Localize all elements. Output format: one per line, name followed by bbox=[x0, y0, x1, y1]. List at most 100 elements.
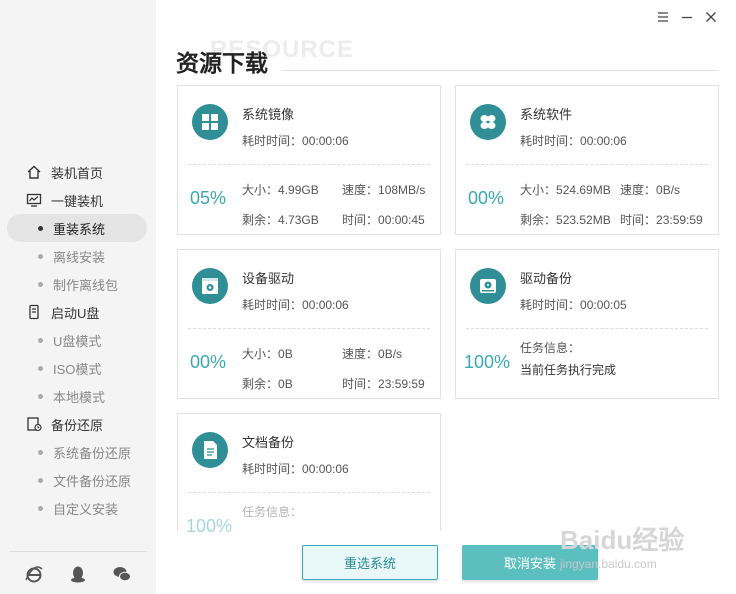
size-label: 大小： bbox=[242, 347, 279, 361]
remain-label: 剩余： bbox=[520, 213, 557, 227]
watermark-logo: Baidu经验 bbox=[560, 525, 685, 555]
sidebar-item-label: 一键装机 bbox=[51, 193, 104, 209]
elapsed-label: 耗时时间： bbox=[242, 298, 303, 312]
qq-penguin-icon[interactable] bbox=[68, 564, 88, 584]
card-name: 设备驱动 bbox=[242, 271, 295, 286]
sidebar: 装机首页 一键装机 重装系统 离线安装 制作离线包 启动U盘 U盘模式 ISO模… bbox=[0, 0, 156, 594]
card-name: 系统镜像 bbox=[242, 107, 295, 122]
windows-image-icon bbox=[192, 104, 228, 140]
menu-icon[interactable] bbox=[656, 10, 670, 24]
close-icon[interactable] bbox=[704, 10, 718, 24]
elapsed-label: 耗时时间： bbox=[242, 462, 303, 476]
sidebar-item-file-backup-restore[interactable]: 文件备份还原 bbox=[0, 466, 156, 494]
sidebar-item-boot-usb[interactable]: 启动U盘 bbox=[0, 298, 156, 326]
sidebar-item-backup-restore[interactable]: 备份还原 bbox=[0, 410, 156, 438]
download-card-device-driver: 设备驱动 耗时时间：00:00:06 00% 大小：0B 速度：0B/s 剩余：… bbox=[177, 249, 441, 399]
watermark-url: jingyan.baidu.com bbox=[560, 557, 657, 571]
task-info-label: 任务信息： bbox=[520, 341, 581, 355]
sidebar-item-label: U盘模式 bbox=[53, 333, 102, 349]
card-divider bbox=[466, 328, 708, 329]
elapsed-value: 00:00:06 bbox=[302, 134, 349, 148]
elapsed-label: 耗时时间： bbox=[520, 134, 581, 148]
baidu-watermark: Baidu经验 jingyan.baidu.com bbox=[560, 520, 684, 571]
bullet-icon bbox=[38, 365, 43, 371]
sidebar-item-make-offline-package[interactable]: 制作离线包 bbox=[0, 270, 156, 298]
elapsed-label: 耗时时间： bbox=[242, 134, 303, 148]
speed-info: 速度：0B/s bbox=[620, 181, 680, 198]
bullet-icon bbox=[38, 281, 43, 287]
size-info: 大小：0B bbox=[242, 345, 293, 362]
speed-value: 108MB/s bbox=[378, 183, 426, 197]
speed-value: 0B/s bbox=[378, 347, 403, 361]
sidebar-item-offline-install[interactable]: 离线安装 bbox=[0, 242, 156, 270]
remain-label: 剩余： bbox=[242, 377, 279, 391]
bullet-icon bbox=[38, 449, 43, 455]
elapsed-time: 耗时时间：00:00:06 bbox=[242, 460, 349, 477]
bullet-icon bbox=[38, 253, 43, 259]
elapsed-time: 耗时时间：00:00:06 bbox=[520, 132, 627, 149]
backup-icon bbox=[26, 416, 42, 432]
eta-info: 时间：23:59:59 bbox=[342, 375, 425, 392]
elapsed-value: 00:00:06 bbox=[302, 462, 349, 476]
sidebar-divider bbox=[9, 551, 147, 552]
sidebar-nav: 装机首页 一键装机 重装系统 离线安装 制作离线包 启动U盘 U盘模式 ISO模… bbox=[0, 158, 156, 522]
drive-backup-icon bbox=[470, 268, 506, 304]
sidebar-item-local-mode[interactable]: 本地模式 bbox=[0, 382, 156, 410]
bullet-icon bbox=[38, 477, 43, 483]
monitor-icon bbox=[26, 192, 42, 208]
window-controls bbox=[656, 10, 718, 24]
eta-value: 00:00:45 bbox=[378, 213, 425, 227]
sidebar-item-system-backup-restore[interactable]: 系统备份还原 bbox=[0, 438, 156, 466]
sidebar-item-label: 装机首页 bbox=[51, 165, 104, 181]
speed-label: 速度： bbox=[342, 347, 379, 361]
sidebar-item-label: 启动U盘 bbox=[51, 305, 100, 321]
sidebar-item-one-click-install[interactable]: 一键装机 bbox=[0, 186, 156, 214]
elapsed-label: 耗时时间： bbox=[520, 298, 581, 312]
sidebar-item-custom-install[interactable]: 自定义安装 bbox=[0, 494, 156, 522]
size-info: 大小：4.99GB bbox=[242, 181, 319, 198]
wechat-icon[interactable] bbox=[112, 564, 132, 584]
page-title: 资源下载 bbox=[176, 50, 268, 76]
download-card-document-backup: 文档备份 耗时时间：00:00:06 100% 任务信息： bbox=[177, 413, 441, 536]
sidebar-item-label: 自定义安装 bbox=[53, 501, 119, 517]
remain-label: 剩余： bbox=[242, 213, 279, 227]
speed-value: 0B/s bbox=[656, 183, 681, 197]
eta-label: 时间： bbox=[620, 213, 657, 227]
sidebar-item-label: 本地模式 bbox=[53, 389, 106, 405]
bullet-icon bbox=[38, 337, 43, 343]
remain-info: 剩余：0B bbox=[242, 375, 293, 392]
remain-value: 523.52MB bbox=[556, 213, 611, 227]
ie-browser-icon[interactable] bbox=[24, 564, 44, 584]
progress-percent: 100% bbox=[186, 516, 233, 536]
bullet-icon bbox=[38, 393, 43, 399]
sidebar-item-iso-mode[interactable]: ISO模式 bbox=[0, 354, 156, 382]
card-divider bbox=[188, 164, 430, 165]
eta-label: 时间： bbox=[342, 213, 379, 227]
size-label: 大小： bbox=[520, 183, 557, 197]
download-card-system-software: 系统软件 耗时时间：00:00:06 00% 大小：524.69MB 速度：0B… bbox=[455, 85, 719, 235]
sidebar-item-usb-mode[interactable]: U盘模式 bbox=[0, 326, 156, 354]
card-name: 文档备份 bbox=[242, 435, 295, 450]
size-value: 0B bbox=[278, 347, 293, 361]
sidebar-item-home[interactable]: 装机首页 bbox=[0, 158, 156, 186]
sidebar-item-label: 备份还原 bbox=[51, 417, 104, 433]
eta-info: 时间：23:59:59 bbox=[620, 211, 703, 228]
reselect-system-button[interactable]: 重选系统 bbox=[302, 545, 438, 580]
driver-icon bbox=[192, 268, 228, 304]
card-name: 驱动备份 bbox=[520, 271, 573, 286]
progress-percent: 100% bbox=[464, 352, 511, 372]
progress-percent: 05% bbox=[190, 188, 227, 208]
sidebar-item-label: 重装系统 bbox=[53, 221, 106, 237]
progress-percent: 00% bbox=[468, 188, 505, 208]
card-divider bbox=[188, 492, 430, 493]
speed-info: 速度：108MB/s bbox=[342, 181, 425, 198]
sidebar-item-reinstall-system[interactable]: 重装系统 bbox=[7, 214, 147, 242]
download-card-driver-backup: 驱动备份 耗时时间：00:00:05 100% 任务信息： 当前任务执行完成 bbox=[455, 249, 719, 399]
card-divider bbox=[466, 164, 708, 165]
task-info-value: 当前任务执行完成 bbox=[520, 363, 617, 377]
minimize-icon[interactable] bbox=[680, 10, 694, 24]
progress-percent: 00% bbox=[190, 352, 227, 372]
sidebar-footer bbox=[0, 564, 156, 584]
sidebar-item-label: 文件备份还原 bbox=[53, 473, 132, 489]
card-divider bbox=[188, 328, 430, 329]
